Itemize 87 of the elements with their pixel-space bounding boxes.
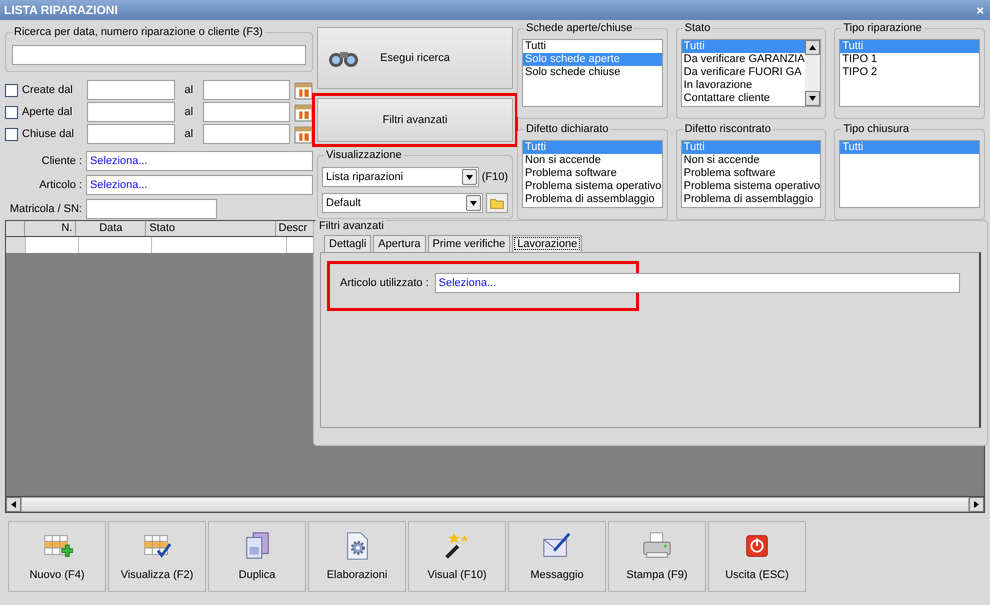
list-item[interactable]: Problema software — [682, 167, 820, 180]
checkbox-label: Chiuse dal — [22, 128, 75, 140]
customer-field[interactable]: Seleziona... — [86, 151, 313, 171]
calendar-icon[interactable] — [294, 80, 313, 100]
group-title: Stato — [682, 22, 712, 34]
checkbox[interactable] — [5, 128, 18, 140]
field-label: Matricola / SN: — [8, 203, 82, 215]
group-title: Visualizzazione — [324, 149, 404, 161]
tab[interactable]: Prime verifiche — [428, 235, 510, 252]
date-field[interactable] — [87, 80, 175, 100]
caret-down-icon — [470, 200, 477, 206]
caret-down-icon — [809, 96, 816, 101]
calendar-icon[interactable] — [294, 102, 313, 122]
checkbox-label: Aperte dal — [22, 106, 74, 118]
search-button[interactable]: Esegui ricerca — [317, 27, 513, 89]
date-field[interactable] — [87, 102, 175, 122]
list-item[interactable]: Tutti — [523, 40, 662, 53]
filter-list[interactable]: Tutti Da verificare GARANZIA Da verificare FUORI GA In lavorazione Contattare cliente — [680, 39, 822, 107]
tab[interactable]: Lavorazione — [512, 235, 582, 252]
caret-left-icon — [10, 501, 16, 508]
group-title: Filtri avanzati — [317, 220, 386, 232]
folder-icon[interactable] — [486, 193, 508, 213]
checkbox-label: Create dal — [22, 84, 74, 96]
list-item[interactable]: TIPO 2 — [840, 66, 979, 79]
list-item[interactable]: Non si accende — [682, 154, 820, 167]
toolbar-button[interactable]: Stampa (F9) — [608, 521, 706, 592]
group-title: Difetto riscontrato — [682, 123, 773, 135]
serial-field[interactable] — [86, 199, 217, 219]
field-label: Articolo : — [38, 179, 82, 191]
advanced-filters-button[interactable]: Filtri avanzati — [317, 98, 513, 142]
toolbar-button[interactable]: Elaborazioni — [308, 521, 406, 592]
horizontal-scrollbar[interactable] — [5, 497, 985, 513]
scrollbar[interactable] — [805, 40, 820, 106]
calendar-icon[interactable] — [294, 124, 313, 144]
list-item[interactable]: Da verificare GARANZIA — [682, 53, 806, 66]
article-field[interactable]: Seleziona... — [86, 175, 313, 195]
article-field[interactable]: Seleziona... — [434, 273, 960, 293]
group-title: Ricerca per data, numero riparazione o cliente (F3) — [12, 26, 265, 38]
field-label: al — [183, 106, 194, 118]
list-item[interactable]: Problema sistema operativo — [682, 180, 820, 193]
toolbar-button[interactable]: Visual (F10) — [408, 521, 506, 592]
window-title: LISTA RIPARAZIONI — [4, 3, 118, 17]
list-item[interactable]: Contattare cliente — [682, 92, 806, 105]
filter-list[interactable]: Tutti Solo schede aperte Solo schede chiuse — [522, 39, 663, 107]
column-header[interactable]: Data — [76, 221, 146, 236]
tab[interactable]: Apertura — [373, 235, 426, 252]
date-field[interactable] — [202, 124, 290, 144]
view-dropdown[interactable]: Lista riparazioni — [322, 167, 479, 187]
toolbar-button[interactable]: Visualizza (F2) — [108, 521, 206, 592]
caret-right-icon — [974, 501, 979, 508]
list-item[interactable]: Problema software — [523, 167, 662, 180]
shortcut-label: (F10) — [482, 171, 508, 183]
toolbar-button[interactable]: Nuovo (F4) — [8, 521, 106, 592]
checkbox[interactable] — [5, 106, 18, 118]
caret-down-icon — [466, 174, 473, 180]
checkbox[interactable] — [5, 84, 18, 96]
list-item[interactable]: Problema di assemblaggio — [523, 193, 662, 206]
group-title: Schede aperte/chiuse — [524, 22, 634, 34]
list-item[interactable]: TIPO 1 — [840, 53, 979, 66]
date-field[interactable] — [202, 102, 290, 122]
tab[interactable]: Dettagli — [324, 235, 372, 252]
list-item[interactable]: Solo schede chiuse — [523, 66, 662, 79]
caret-up-icon — [809, 45, 816, 50]
toolbar-button[interactable]: Duplica — [208, 521, 306, 592]
field-label: Cliente : — [40, 155, 82, 167]
field-label: al — [183, 84, 194, 96]
field-label: Articolo utilizzato : — [340, 277, 429, 289]
list-item[interactable]: In lavorazione — [682, 79, 806, 92]
filter-list[interactable]: Tutti Non si accende Problema software Problema sistema operativo Problema di assemblaggio — [522, 140, 663, 208]
list-item[interactable]: Problema sistema operativo — [523, 180, 662, 193]
toolbar-button[interactable]: Messaggio — [508, 521, 606, 592]
group-title: Tipo riparazione — [841, 22, 924, 34]
column-header[interactable]: N. — [25, 221, 76, 236]
field-label: al — [183, 128, 194, 140]
list-item[interactable]: Problema di assemblaggio — [682, 193, 820, 206]
toolbar-button[interactable]: Uscita (ESC) — [708, 521, 806, 592]
search-field[interactable] — [12, 45, 306, 65]
filter-list[interactable]: Tutti Non si accende Problema software Problema sistema operativo Problema di assemblaggio — [680, 140, 822, 208]
column-header[interactable]: Stato — [146, 221, 276, 236]
list-item[interactable]: Non si accende — [523, 154, 662, 167]
layout-dropdown[interactable]: Default — [322, 193, 483, 213]
filter-list[interactable]: Tutti TIPO 1 TIPO 2 — [839, 39, 980, 107]
date-field[interactable] — [202, 80, 290, 100]
date-field[interactable] — [87, 124, 175, 144]
group-title: Tipo chiusura — [841, 123, 911, 135]
list-item[interactable]: Da verificare FUORI GA — [682, 66, 806, 79]
group-title: Difetto dichiarato — [524, 123, 611, 135]
